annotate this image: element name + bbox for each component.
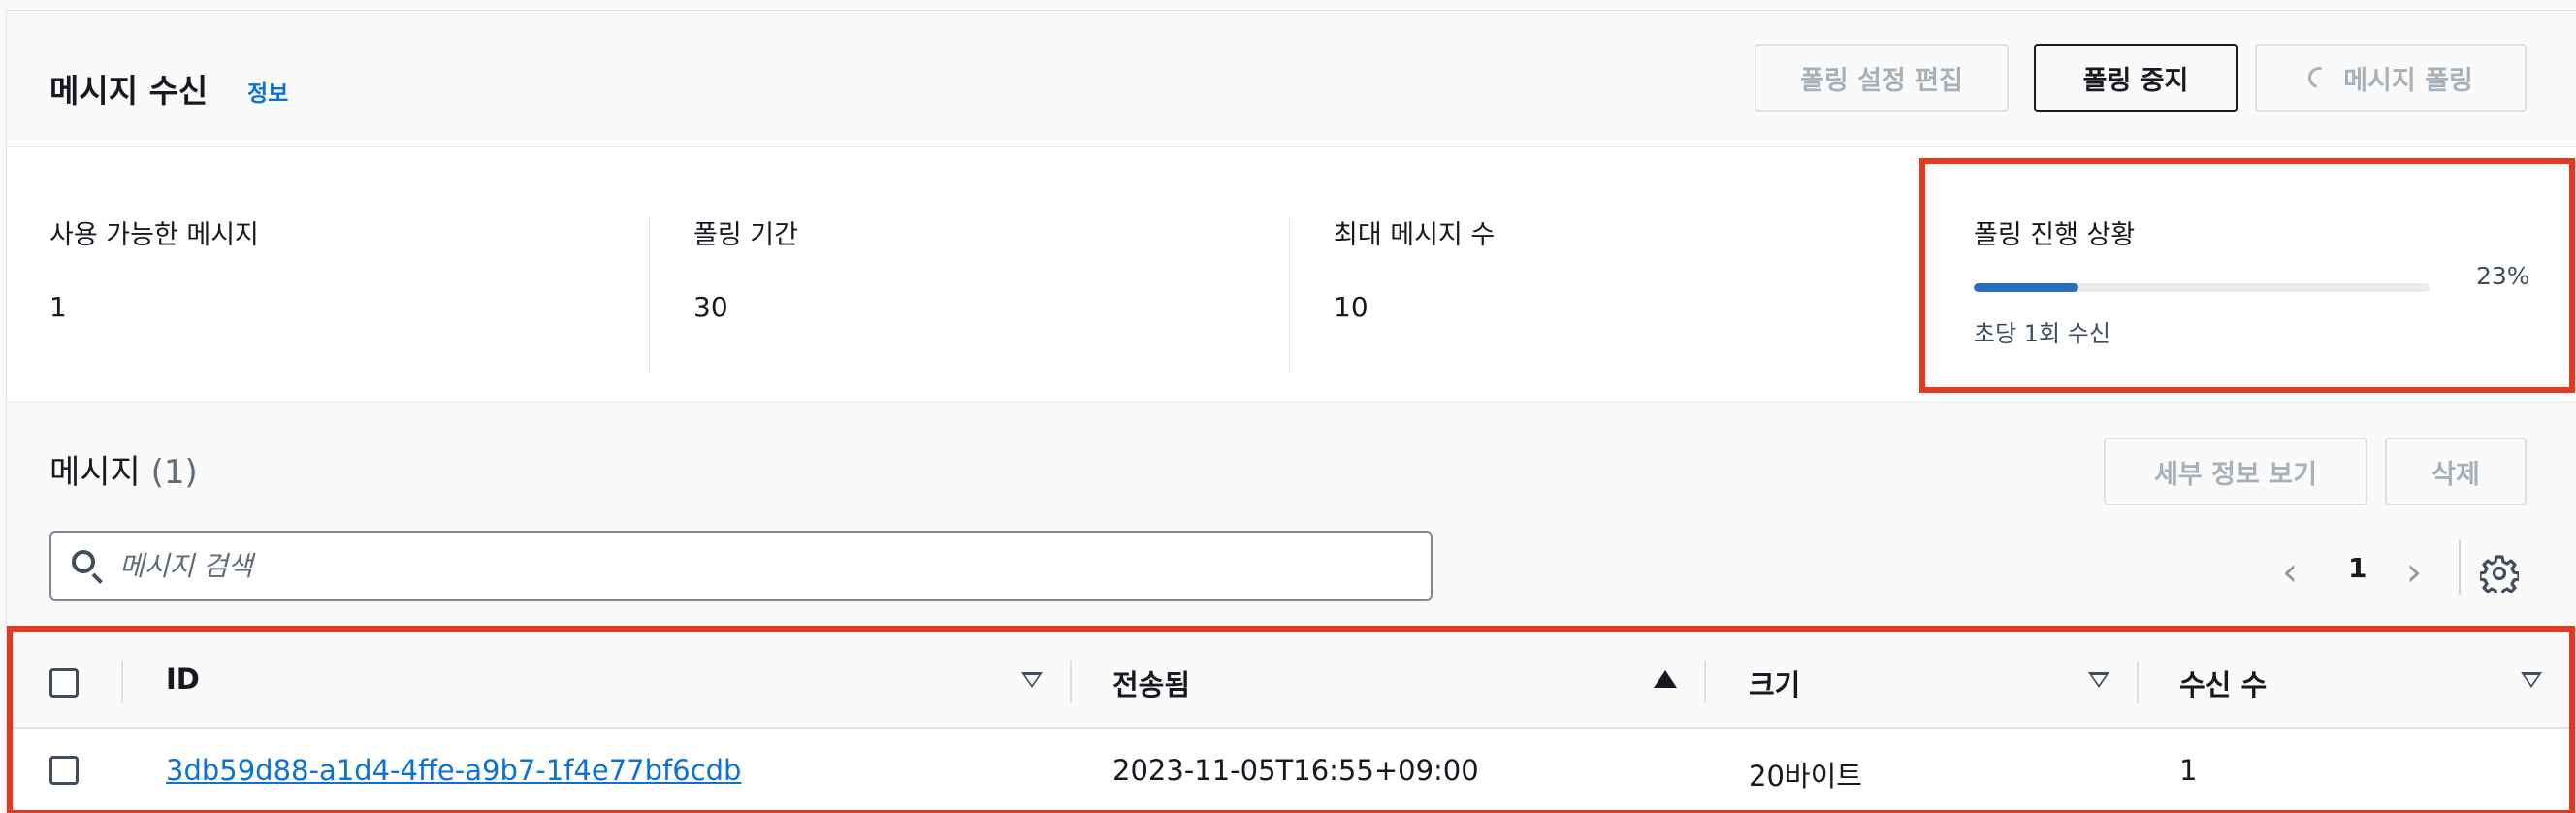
spinner-icon — [2304, 62, 2334, 93]
poll-messages-button[interactable]: 메시지 폴링 — [2255, 44, 2527, 112]
messages-title: 메시지 (1) — [49, 445, 198, 493]
view-details-button[interactable]: 세부 정보 보기 — [2104, 438, 2367, 505]
pager-divider — [2459, 540, 2461, 595]
message-search[interactable] — [49, 531, 1433, 601]
search-input[interactable] — [119, 549, 1380, 582]
polling-duration-label: 폴링 기간 — [693, 220, 798, 250]
chevron-right-icon[interactable]: › — [2406, 550, 2422, 595]
polling-duration-value: 30 — [693, 291, 728, 323]
available-messages-label: 사용 가능한 메시지 — [49, 220, 259, 250]
max-messages-label: 최대 메시지 수 — [1334, 220, 1496, 250]
stop-polling-button[interactable]: 폴링 중지 — [2034, 44, 2238, 112]
table-highlight-box — [7, 626, 2575, 813]
page-title: 메시지 수신 — [49, 72, 209, 110]
receive-messages-panel: 메시지 수신 정보 폴링 설정 편집 폴링 중지 메시지 폴링 사용 가능한 메… — [6, 10, 2576, 813]
progress-highlight-box — [1919, 158, 2575, 393]
info-link[interactable]: 정보 — [247, 75, 288, 108]
poll-messages-label: 메시지 폴링 — [2343, 65, 2473, 96]
view-details-label: 세부 정보 보기 — [2154, 459, 2317, 490]
delete-button[interactable]: 삭제 — [2385, 438, 2527, 505]
stats-divider — [1289, 217, 1290, 373]
edit-polling-button[interactable]: 폴링 설정 편집 — [1755, 44, 2009, 112]
messages-title-text: 메시지 — [49, 453, 141, 492]
gear-icon[interactable] — [2480, 554, 2519, 593]
edit-polling-label: 폴링 설정 편집 — [1800, 65, 1963, 96]
available-messages-value: 1 — [49, 291, 67, 323]
current-page[interactable]: 1 — [2348, 552, 2367, 584]
chevron-left-icon[interactable]: ‹ — [2282, 550, 2298, 595]
stop-polling-label: 폴링 중지 — [2082, 65, 2189, 96]
messages-count: (1) — [150, 453, 198, 492]
search-icon — [69, 547, 106, 584]
max-messages-value: 10 — [1334, 291, 1368, 323]
stats-divider — [649, 217, 650, 373]
delete-label: 삭제 — [2431, 459, 2480, 490]
